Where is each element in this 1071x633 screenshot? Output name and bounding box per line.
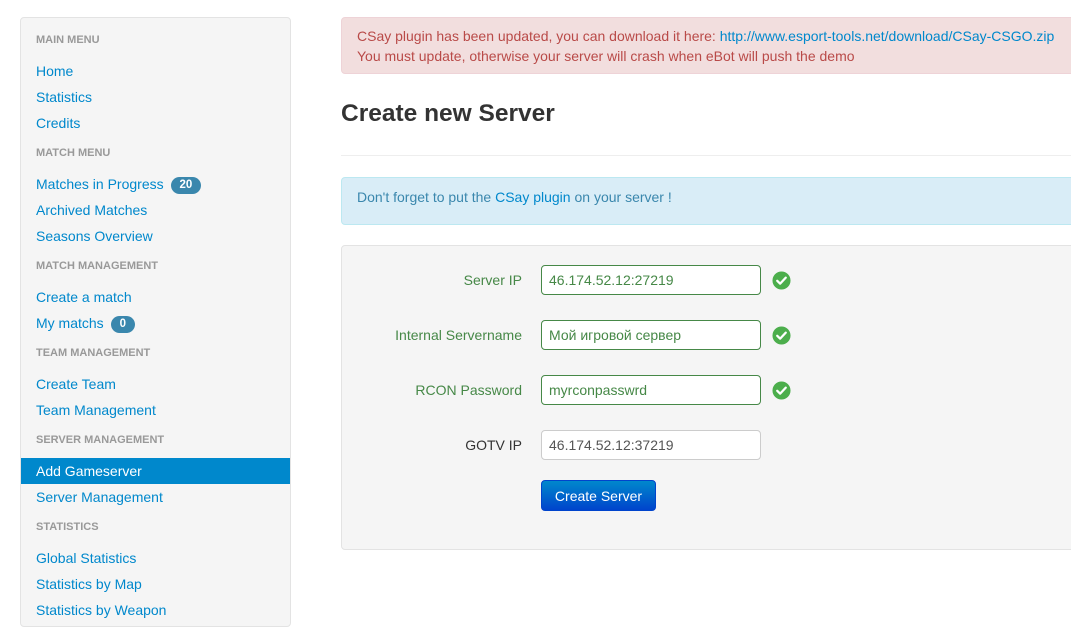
info-text-suffix: on your server ! [570,189,672,205]
sidebar-item-create-match[interactable]: Create a match [21,284,290,310]
sidebar-item-seasons-overview[interactable]: Seasons Overview [21,223,290,249]
sidebar-item-my-matchs[interactable]: My matchs 0 [21,310,290,336]
server-ip-row: Server IP [342,265,1071,295]
sidebar-item-matches-in-progress[interactable]: Matches in Progress 20 [21,171,290,197]
sidebar-item-archived-matches[interactable]: Archived Matches [21,197,290,223]
sidebar-item-credits[interactable]: Credits [21,110,290,136]
sidebar-item-statistics-by-weapon[interactable]: Statistics by Weapon [21,597,290,623]
sidebar-item-add-gameserver[interactable]: Add Gameserver [21,458,290,484]
divider [341,155,1071,156]
plugin-update-alert: CSay plugin has been updated, you can do… [341,17,1071,74]
plugin-download-link[interactable]: http://www.esport-tools.net/download/CSa… [720,28,1055,44]
nav-header-main-menu: MAIN MENU [36,34,100,46]
sidebar-item-server-management[interactable]: Server Management [21,484,290,510]
sidebar-item-create-team[interactable]: Create Team [21,371,290,397]
check-circle-icon [772,326,791,345]
matches-count-badge: 20 [170,177,202,194]
sidebar-item-home[interactable]: Home [21,58,290,84]
check-circle-icon [772,381,791,400]
alert-line-1: CSay plugin has been updated, you can do… [357,26,1065,46]
my-matchs-count-badge: 0 [110,316,135,333]
nav-header-team-management: TEAM MANAGEMENT [36,347,151,359]
server-ip-label: Server IP [463,272,522,288]
sidebar-item-global-statistics[interactable]: Global Statistics [21,545,290,571]
create-server-button[interactable]: Create Server [541,480,656,511]
gotv-ip-label: GOTV IP [465,437,522,453]
sidebar-item-label: Matches in Progress [36,176,164,192]
sidebar-nav: MAIN MENU Home Statistics Credits MATCH … [20,17,291,627]
gotv-ip-row: GOTV IP [342,430,1071,460]
servername-row: Internal Servername [342,320,1071,350]
rcon-password-row: RCON Password [342,375,1071,405]
gotv-ip-input[interactable] [541,430,761,460]
alert-line-2: You must update, otherwise your server w… [357,48,855,64]
nav-header-statistics: STATISTICS [36,521,99,533]
rcon-password-label: RCON Password [415,382,522,398]
nav-header-match-menu: MATCH MENU [36,147,111,159]
create-server-form: Server IP Internal Servername RCON Passw… [341,245,1071,550]
sidebar-item-label: My matchs [36,315,104,331]
info-text-prefix: Don't forget to put the [357,189,496,205]
alert-text: CSay plugin has been updated, you can do… [357,28,720,44]
rcon-password-input[interactable] [541,375,761,405]
servername-label: Internal Servername [395,327,522,343]
server-ip-input[interactable] [541,265,761,295]
sidebar-item-statistics-by-map[interactable]: Statistics by Map [21,571,290,597]
csay-plugin-link[interactable]: CSay plugin [495,189,571,205]
page-title: Create new Server [341,100,555,127]
nav-header-server-management: SERVER MANAGEMENT [36,434,165,446]
sidebar-item-team-management[interactable]: Team Management [21,397,290,423]
servername-input[interactable] [541,320,761,350]
csay-info-alert: Don't forget to put the CSay plugin on y… [341,177,1071,225]
check-circle-icon [772,271,791,290]
sidebar-item-statistics[interactable]: Statistics [21,84,290,110]
nav-header-match-management: MATCH MANAGEMENT [36,260,159,272]
